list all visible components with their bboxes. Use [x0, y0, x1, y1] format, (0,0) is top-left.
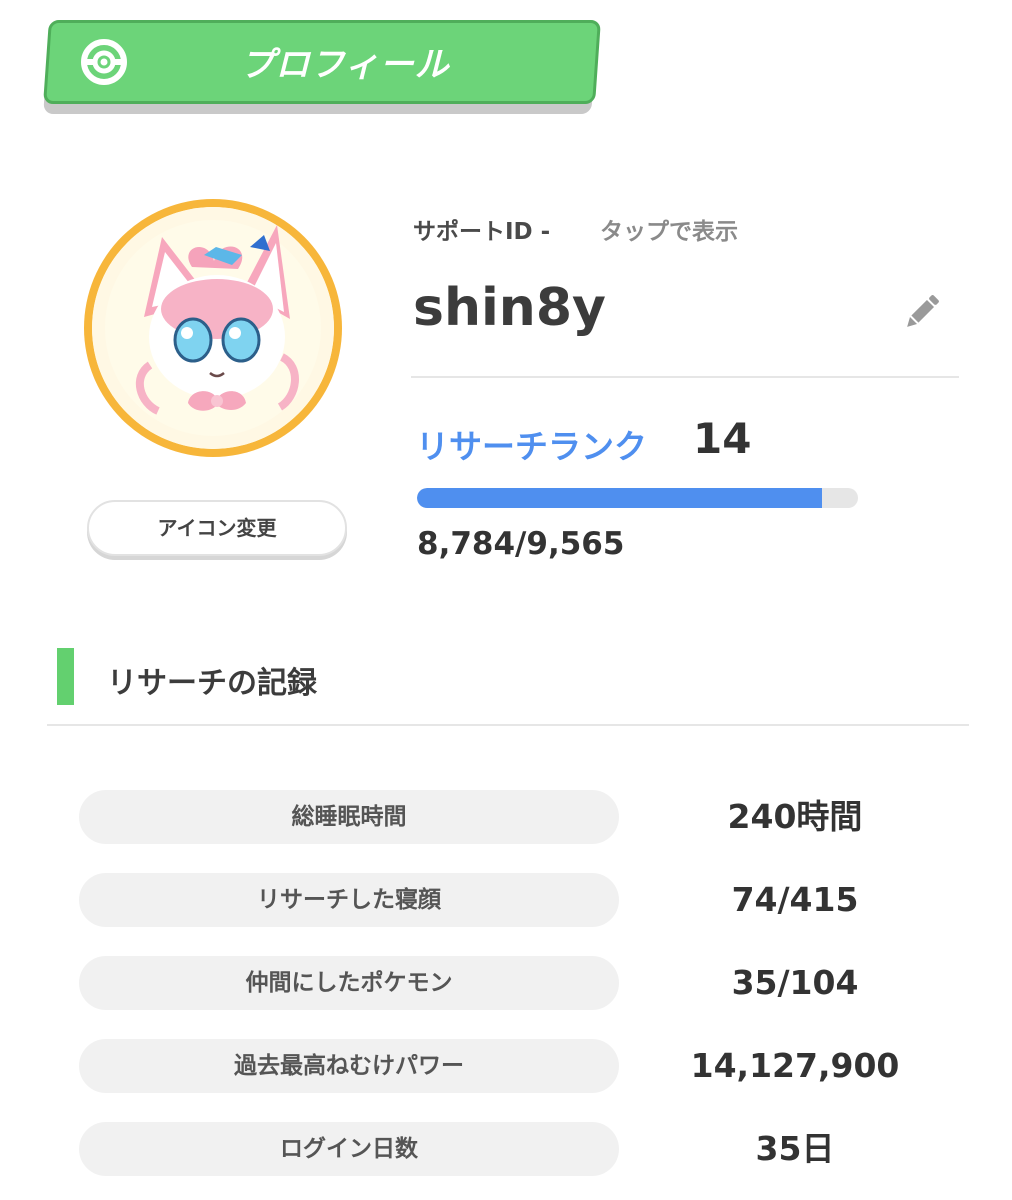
stat-value: 240時間	[727, 797, 863, 836]
stat-label: リサーチした寝顔	[79, 873, 619, 927]
stat-label: 過去最高ねむけパワー	[79, 1039, 619, 1093]
stat-row: ログイン日数 35日	[0, 1122, 1012, 1176]
rank-progress-fill	[417, 488, 822, 508]
rank-progress-bar	[417, 488, 858, 508]
stat-label: 仲間にしたポケモン	[79, 956, 619, 1010]
username: shin8y	[413, 278, 606, 338]
sylveon-avatar-image	[92, 207, 334, 449]
support-id-reveal-link[interactable]: タップで表示	[600, 212, 738, 246]
research-rank-value: 14	[693, 414, 752, 463]
stat-label: 総睡眠時間	[79, 790, 619, 844]
stat-row: 総睡眠時間 240時間	[0, 790, 1012, 844]
stat-row: 仲間にしたポケモン 35/104	[0, 956, 1012, 1010]
change-icon-button[interactable]: アイコン変更	[87, 500, 347, 556]
pokeball-icon	[81, 39, 127, 85]
stat-value: 14,127,900	[690, 1046, 900, 1085]
page-title: プロフィール	[240, 45, 450, 85]
stat-value: 35日	[755, 1129, 835, 1168]
pencil-icon[interactable]	[900, 290, 944, 334]
stat-value: 74/415	[731, 880, 859, 919]
section-divider	[47, 724, 969, 726]
support-id-label: サポートID -	[413, 219, 551, 245]
section-title-records: リサーチの記録	[107, 666, 317, 701]
stat-row: 過去最高ねむけパワー 14,127,900	[0, 1039, 1012, 1093]
stat-value: 35/104	[731, 963, 859, 1002]
avatar[interactable]	[92, 207, 334, 449]
stat-row: リサーチした寝顔 74/415	[0, 873, 1012, 927]
stat-label: ログイン日数	[79, 1122, 619, 1176]
rank-progress-text: 8,784/9,565	[417, 526, 625, 562]
divider	[411, 376, 959, 378]
research-rank-label: リサーチランク	[416, 427, 647, 466]
section-accent-bar	[57, 648, 74, 705]
